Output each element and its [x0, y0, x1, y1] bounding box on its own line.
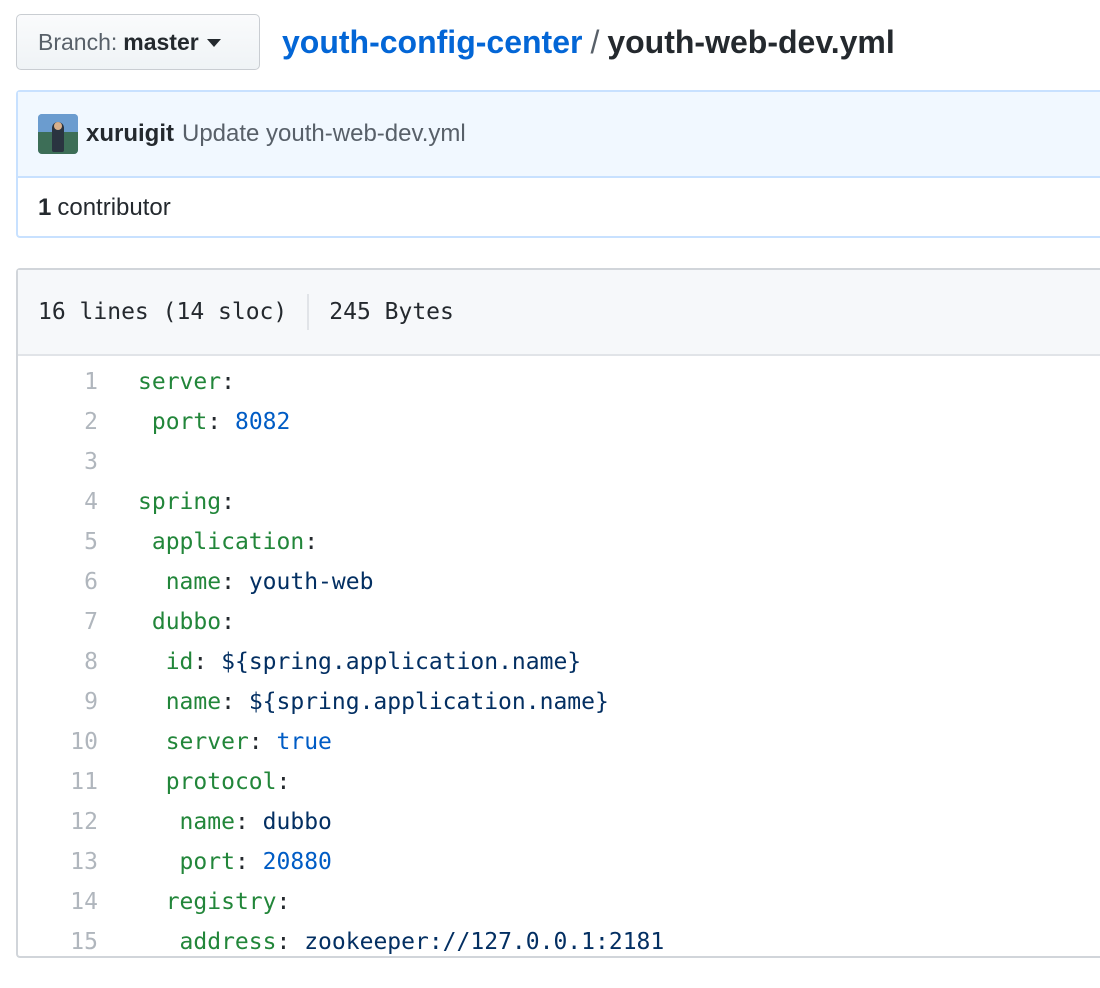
- code-line: 1 server:: [18, 362, 1100, 402]
- yaml-key: server: [165, 729, 249, 755]
- line-number[interactable]: 5: [18, 529, 138, 555]
- breadcrumb-file-name: youth-web-dev.yml: [607, 23, 895, 60]
- line-content: name: dubbo: [179, 809, 332, 835]
- line-content: name: youth-web: [165, 569, 374, 595]
- breadcrumb: youth-config-center / youth-web-dev.yml: [282, 24, 895, 61]
- commit-author-link[interactable]: xuruigit: [86, 120, 174, 148]
- branch-label: Branch:: [38, 28, 118, 55]
- yaml-value: 20880: [262, 849, 332, 875]
- yaml-value: zookeeper://127.0.0.1:2181: [304, 929, 665, 955]
- file-viewer: 16 lines (14 sloc) 245 Bytes 1 server: 2 p…: [16, 268, 1100, 958]
- file-size: 245 Bytes: [329, 299, 454, 325]
- code-line: 11 protocol:: [18, 762, 1100, 802]
- yaml-key: registry: [165, 889, 277, 915]
- yaml-key: name: [165, 569, 222, 595]
- code-line: 6 name: youth-web: [18, 562, 1100, 602]
- code-line: 12 name: dubbo: [18, 802, 1100, 842]
- line-number[interactable]: 10: [18, 729, 138, 755]
- yaml-key: server: [138, 369, 222, 395]
- line-number[interactable]: 3: [18, 449, 138, 475]
- line-content: registry:: [165, 889, 291, 915]
- commit-tease: xuruigit Update youth-web-dev.yml 1 cont…: [16, 90, 1100, 238]
- line-number[interactable]: 1: [18, 369, 138, 395]
- line-content: address: zookeeper://127.0.0.1:2181: [179, 929, 665, 955]
- line-content: protocol:: [165, 769, 291, 795]
- line-number[interactable]: 13: [18, 849, 138, 875]
- line-content: id: ${spring.application.name}: [165, 649, 582, 675]
- line-content: port: 20880: [179, 849, 332, 875]
- code-line: 4 spring:: [18, 482, 1100, 522]
- breadcrumb-separator: /: [590, 23, 600, 60]
- code-line: 15 address: zookeeper://127.0.0.1:2181: [18, 922, 1100, 962]
- line-number[interactable]: 7: [18, 609, 138, 635]
- yaml-value: youth-web: [248, 569, 374, 595]
- line-number[interactable]: 8: [18, 649, 138, 675]
- code-line: 14 registry:: [18, 882, 1100, 922]
- commit-message-link[interactable]: Update youth-web-dev.yml: [182, 120, 466, 148]
- line-number[interactable]: 14: [18, 889, 138, 915]
- branch-name: master: [123, 28, 199, 55]
- file-line-count: 16 lines (14 sloc): [38, 299, 288, 325]
- code-line: 8 id: ${spring.application.name}: [18, 642, 1100, 682]
- line-number[interactable]: 2: [18, 409, 138, 435]
- line-number[interactable]: 9: [18, 689, 138, 715]
- yaml-key: id: [165, 649, 194, 675]
- yaml-value: true: [276, 729, 332, 755]
- code-line: 13 port: 20880: [18, 842, 1100, 882]
- contributors-label: contributor: [57, 194, 171, 221]
- line-number[interactable]: 12: [18, 809, 138, 835]
- file-navigation: Branch: master youth-config-center / you…: [16, 14, 895, 70]
- yaml-value: dubbo: [262, 809, 332, 835]
- line-content: server:: [138, 369, 235, 395]
- line-content: name: ${spring.application.name}: [165, 689, 609, 715]
- yaml-key: name: [179, 809, 235, 835]
- latest-commit: xuruigit Update youth-web-dev.yml: [18, 92, 1100, 178]
- code-line: 2 port: 8082: [18, 402, 1100, 442]
- code-line: 9 name: ${spring.application.name}: [18, 682, 1100, 722]
- code-line: 10 server: true: [18, 722, 1100, 762]
- file-info: 16 lines (14 sloc) 245 Bytes: [18, 270, 1100, 356]
- line-number[interactable]: 15: [18, 929, 138, 955]
- yaml-key: name: [165, 689, 222, 715]
- yaml-key: protocol: [165, 769, 277, 795]
- yaml-key: dubbo: [151, 609, 222, 635]
- contributors-count: 1: [38, 194, 52, 221]
- line-content: dubbo:: [151, 609, 235, 635]
- avatar[interactable]: [38, 114, 78, 154]
- line-number[interactable]: 6: [18, 569, 138, 595]
- line-number[interactable]: 11: [18, 769, 138, 795]
- file-info-divider: [307, 294, 310, 330]
- line-content: spring:: [138, 489, 235, 515]
- code-line: 5 application:: [18, 522, 1100, 562]
- contributors-summary[interactable]: 1 contributor: [18, 178, 1100, 238]
- yaml-value: ${spring.application.name}: [221, 649, 582, 675]
- code-blob: 1 server: 2 port: 8082 3 4 spring: 5 applicati…: [18, 356, 1100, 962]
- yaml-key: port: [179, 849, 235, 875]
- yaml-key: address: [179, 929, 277, 955]
- yaml-key: port: [151, 409, 208, 435]
- caret-down-icon: [206, 39, 221, 47]
- line-content: port: 8082: [151, 409, 291, 435]
- yaml-value: ${spring.application.name}: [248, 689, 609, 715]
- yaml-value: 8082: [234, 409, 291, 435]
- branch-select-button[interactable]: Branch: master: [16, 14, 260, 70]
- yaml-key: application: [151, 529, 305, 555]
- code-line: 3: [18, 442, 1100, 482]
- line-content: application:: [151, 529, 319, 555]
- breadcrumb-repo-link[interactable]: youth-config-center: [282, 24, 582, 61]
- line-content: server: true: [165, 729, 332, 755]
- line-number[interactable]: 4: [18, 489, 138, 515]
- code-line: 7 dubbo:: [18, 602, 1100, 642]
- yaml-key: spring: [138, 489, 222, 515]
